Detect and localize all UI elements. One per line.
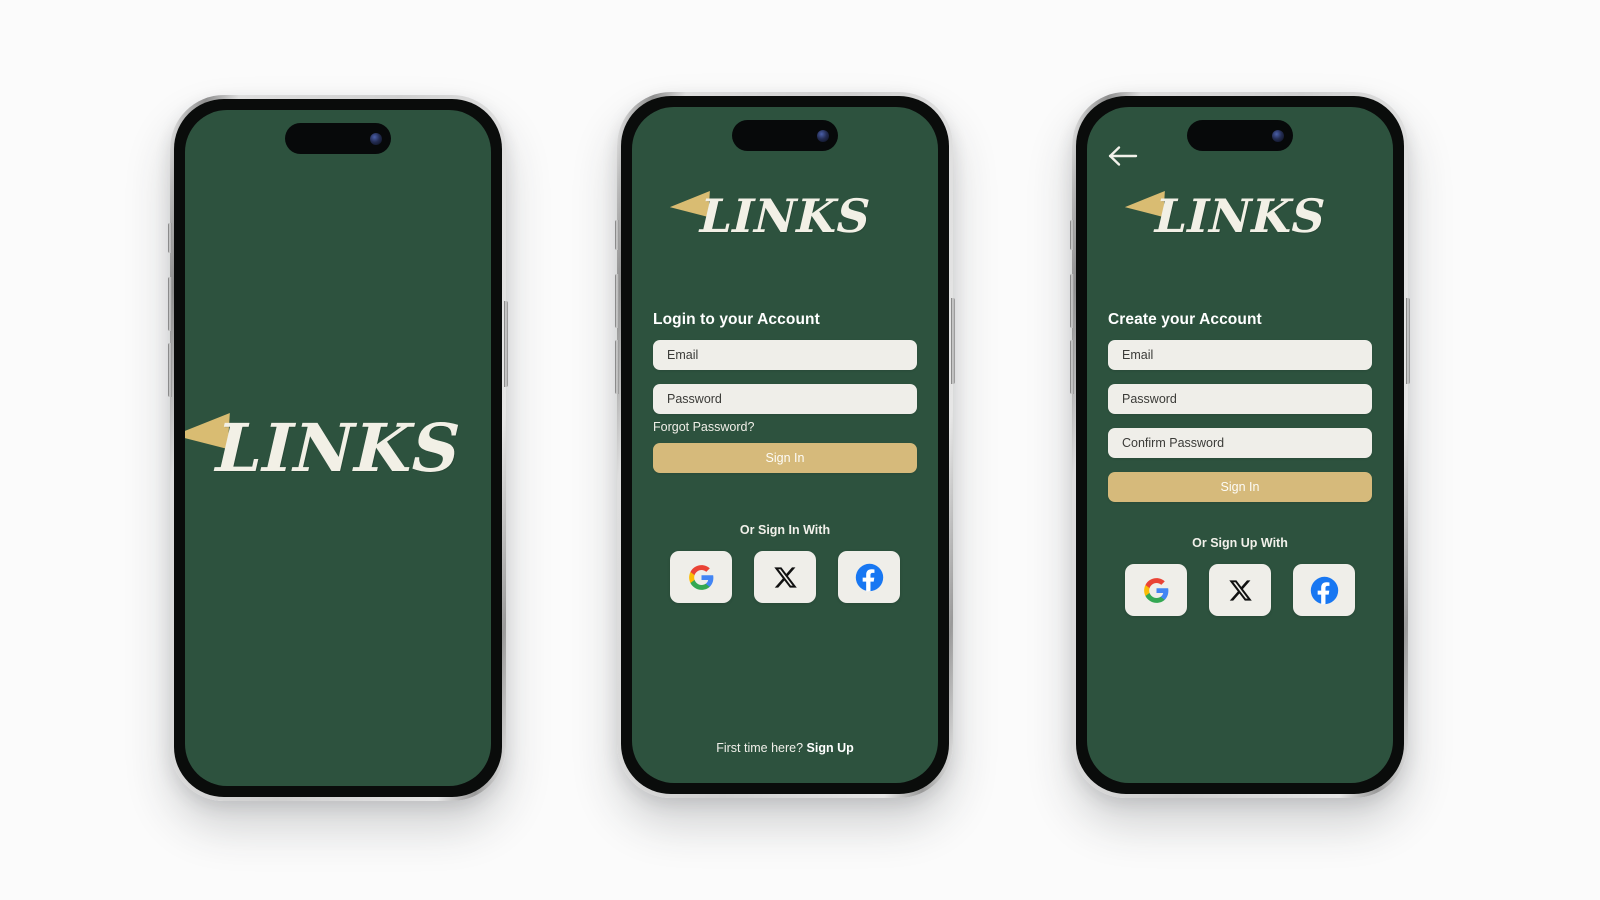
google-icon [688,564,715,591]
facebook-signup-button[interactable] [1293,564,1355,616]
volume-up-button[interactable] [1070,274,1074,328]
signup-social-row [1108,564,1372,616]
google-signup-button[interactable] [1125,564,1187,616]
password-field[interactable]: Password [1108,384,1372,414]
volume-up-button[interactable] [615,274,619,328]
email-field-placeholder: Email [1122,348,1154,362]
volume-down-button[interactable] [615,340,619,394]
sign-in-button[interactable]: Sign In [1108,472,1372,502]
logo-wordmark: LINKS [698,189,872,243]
signup-prompt-text: First time here? [716,741,804,755]
screen-splash: LINKS [185,110,491,786]
login-heading: Login to your Account [653,311,820,328]
signup-prompt: First time here? Sign Up [632,741,938,755]
signup-logo-container: LINKS [1108,189,1372,243]
forgot-password-link[interactable]: Forgot Password? [653,420,917,434]
confirm-password-field[interactable]: Confirm Password [1108,428,1372,458]
links-logo: LINKS [1124,189,1327,243]
login-logo-container: LINKS [653,189,917,243]
password-field-placeholder: Password [667,392,722,406]
facebook-icon [855,563,884,592]
action-button[interactable] [168,223,172,253]
sign-in-button[interactable]: Sign In [653,443,917,473]
power-button[interactable] [951,298,955,384]
x-twitter-icon [1228,578,1253,603]
signup-form: LINKS Create your Account Email Password… [1087,107,1393,783]
phone-mockup-signup: LINKS Create your Account Email Password… [1070,92,1410,798]
links-logo: LINKS [185,409,462,487]
links-logo: LINKS [669,189,872,243]
confirm-password-field-placeholder: Confirm Password [1122,436,1225,450]
logo-wordmark: LINKS [1153,189,1327,243]
password-field-placeholder: Password [1122,392,1177,406]
phone-mockup-splash: LINKS [168,95,508,801]
volume-down-button[interactable] [168,343,172,397]
splash-logo-container: LINKS [185,110,491,786]
login-social-row [653,551,917,603]
password-field[interactable]: Password [653,384,917,414]
power-button[interactable] [504,301,508,387]
device-bezel: LINKS Login to your Account Email Passwo… [621,96,949,794]
action-button[interactable] [615,220,619,250]
device-bezel: LINKS [174,99,502,797]
sign-up-link[interactable]: Sign Up [807,741,854,755]
signup-social-divider-label: Or Sign Up With [1192,536,1288,550]
phone-mockup-login: LINKS Login to your Account Email Passwo… [615,92,955,798]
email-field[interactable]: Email [1108,340,1372,370]
facebook-icon [1310,576,1339,605]
screen-signup: LINKS Create your Account Email Password… [1087,107,1393,783]
screen-login: LINKS Login to your Account Email Passwo… [632,107,938,783]
dynamic-island [732,120,838,151]
front-camera-icon [817,129,829,142]
volume-up-button[interactable] [168,277,172,331]
back-button[interactable] [1107,143,1139,169]
front-camera-icon [1272,129,1284,142]
email-field-placeholder: Email [667,348,699,362]
google-signin-button[interactable] [670,551,732,603]
login-form: LINKS Login to your Account Email Passwo… [632,107,938,783]
signup-heading: Create your Account [1108,311,1262,328]
facebook-signin-button[interactable] [838,551,900,603]
power-button[interactable] [1406,298,1410,384]
device-bezel: LINKS Create your Account Email Password… [1076,96,1404,794]
x-twitter-icon [773,565,798,590]
dynamic-island [285,123,391,154]
x-signin-button[interactable] [754,551,816,603]
x-signup-button[interactable] [1209,564,1271,616]
logo-wordmark: LINKS [214,409,462,487]
dynamic-island [1187,120,1293,151]
login-social-divider-label: Or Sign In With [739,523,831,537]
arrow-left-icon [1107,143,1139,169]
volume-down-button[interactable] [1070,340,1074,394]
front-camera-icon [370,132,382,145]
action-button[interactable] [1070,220,1074,250]
mockup-stage: LINKS LINKS Login to your Account Email … [0,0,1600,900]
google-icon [1143,577,1170,604]
email-field[interactable]: Email [653,340,917,370]
